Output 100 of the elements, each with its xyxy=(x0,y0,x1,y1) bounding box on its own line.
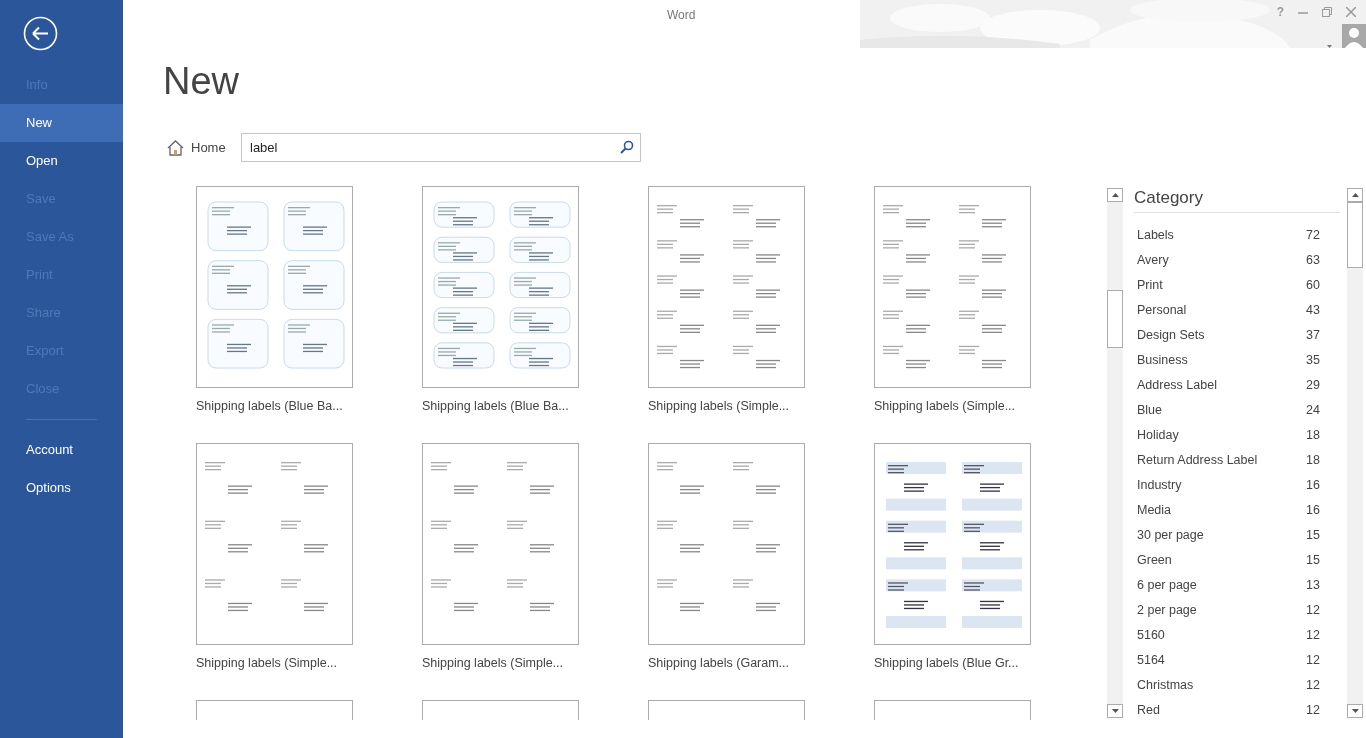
scrollbar-thumb[interactable] xyxy=(1347,202,1363,268)
template-thumbnail[interactable] xyxy=(422,186,579,388)
category-label: Green xyxy=(1137,552,1173,570)
category-label: Business xyxy=(1137,352,1189,370)
category-label: Industry xyxy=(1137,477,1183,495)
category-label: Personal xyxy=(1137,302,1188,320)
restore-icon[interactable] xyxy=(1322,7,1332,17)
template-thumbnail[interactable] xyxy=(196,443,353,645)
category-heading: Category xyxy=(1134,186,1340,213)
template-thumbnail[interactable] xyxy=(648,443,805,645)
category-count: 60 xyxy=(1306,277,1320,295)
template-thumbnail[interactable] xyxy=(874,186,1031,388)
scrollbar[interactable] xyxy=(1107,188,1123,718)
category-label: Labels xyxy=(1137,227,1175,245)
template-thumbnail[interactable] xyxy=(648,186,805,388)
scroll-down-icon[interactable] xyxy=(1111,709,1119,713)
page-title: New xyxy=(163,61,241,101)
category-item[interactable]: Red 12 xyxy=(1134,698,1340,723)
category-count: 72 xyxy=(1306,227,1320,245)
category-item[interactable]: Return Address Label 18 xyxy=(1134,448,1340,473)
category-count: 43 xyxy=(1306,302,1320,320)
category-count: 35 xyxy=(1306,352,1320,370)
category-label: Return Address Label xyxy=(1137,452,1259,470)
category-item[interactable]: Personal 43 xyxy=(1134,298,1340,323)
home-link[interactable]: Home xyxy=(167,137,241,158)
category-label: Christmas xyxy=(1137,677,1195,695)
avatar-icon[interactable] xyxy=(1342,24,1366,48)
template-caption[interactable]: Shipping labels (Blue Ba... xyxy=(196,397,353,416)
category-count: 12 xyxy=(1306,602,1320,620)
category-count: 12 xyxy=(1306,677,1320,695)
category-count: 12 xyxy=(1306,627,1320,645)
category-count: 63 xyxy=(1306,252,1320,270)
template-thumbnail[interactable] xyxy=(196,186,353,388)
category-item[interactable]: Green 15 xyxy=(1134,548,1340,573)
category-count: 24 xyxy=(1306,402,1320,420)
category-item[interactable]: 6 per page 13 xyxy=(1134,573,1340,598)
scrollbar[interactable] xyxy=(1347,188,1363,718)
sidebar-item[interactable]: Open xyxy=(0,142,123,180)
caret-icon[interactable] xyxy=(1327,45,1332,48)
category-count: 12 xyxy=(1306,702,1320,720)
template-thumbnail[interactable] xyxy=(422,443,579,645)
category-item[interactable]: Business 35 xyxy=(1134,348,1340,373)
scroll-up-icon[interactable] xyxy=(1111,193,1119,197)
category-label: Blue xyxy=(1137,402,1164,420)
close-icon[interactable] xyxy=(1346,7,1356,17)
search-icon[interactable] xyxy=(620,140,634,154)
category-count: 29 xyxy=(1306,377,1320,395)
search-field[interactable]: label xyxy=(241,133,641,162)
category-item[interactable]: Avery 63 xyxy=(1134,248,1340,273)
category-item[interactable]: Print 60 xyxy=(1134,273,1340,298)
category-label: Red xyxy=(1137,702,1161,720)
category-count: 37 xyxy=(1306,327,1320,345)
category-item[interactable]: Media 16 xyxy=(1134,498,1340,523)
category-item[interactable]: Holiday 18 xyxy=(1134,423,1340,448)
category-count: 16 xyxy=(1306,477,1320,495)
category-item[interactable]: 5160 12 xyxy=(1134,623,1340,648)
back-icon[interactable] xyxy=(23,16,58,51)
category-item[interactable]: Address Label 29 xyxy=(1134,373,1340,398)
category-label: Address Label xyxy=(1137,377,1218,395)
home-icon xyxy=(167,139,184,156)
category-count: 18 xyxy=(1306,427,1320,445)
category-label: Design Sets xyxy=(1137,327,1206,345)
template-caption[interactable]: Shipping labels (Garam... xyxy=(648,654,805,673)
category-label: Holiday xyxy=(1137,427,1180,445)
template-caption[interactable]: Shipping labels (Simple... xyxy=(422,654,579,673)
category-item[interactable]: 5164 12 xyxy=(1134,648,1340,673)
category-item[interactable]: 2 per page 12 xyxy=(1134,598,1340,623)
category-count: 13 xyxy=(1306,577,1320,595)
template-caption[interactable]: Shipping labels (Simple... xyxy=(874,397,1031,416)
sidebar-item[interactable]: New xyxy=(0,104,123,142)
scrollbar-thumb[interactable] xyxy=(1107,290,1123,348)
category-item[interactable]: 30 per page 15 xyxy=(1134,523,1340,548)
template-thumbnail[interactable] xyxy=(874,443,1031,645)
window-title: Word xyxy=(667,7,696,24)
sidebar-item[interactable]: Options xyxy=(0,469,123,507)
category-item[interactable]: Labels 72 xyxy=(1134,223,1340,248)
scroll-down-icon[interactable] xyxy=(1351,709,1359,713)
sidebar-item[interactable]: Account xyxy=(0,431,123,469)
category-label: Avery xyxy=(1137,252,1170,270)
category-label: Media xyxy=(1137,502,1173,520)
category-count: 15 xyxy=(1306,527,1320,545)
template-caption[interactable]: Shipping labels (Simple... xyxy=(648,397,805,416)
category-count: 16 xyxy=(1306,502,1320,520)
category-item[interactable]: Design Sets 37 xyxy=(1134,323,1340,348)
category-item[interactable]: Industry 16 xyxy=(1134,473,1340,498)
category-count: 12 xyxy=(1306,652,1320,670)
category-label: 5160 xyxy=(1137,627,1166,645)
category-item[interactable]: Christmas 12 xyxy=(1134,673,1340,698)
template-caption[interactable]: Shipping labels (Simple... xyxy=(196,654,353,673)
template-caption[interactable]: Shipping labels (Blue Gr... xyxy=(874,654,1031,673)
category-label: Print xyxy=(1137,277,1164,295)
scroll-up-icon[interactable] xyxy=(1351,193,1359,197)
category-label: 2 per page xyxy=(1137,602,1198,620)
category-count: 15 xyxy=(1306,552,1320,570)
category-item[interactable]: Blue 24 xyxy=(1134,398,1340,423)
category-label: 5164 xyxy=(1137,652,1166,670)
category-label: 6 per page xyxy=(1137,577,1198,595)
category-count: 18 xyxy=(1306,452,1320,470)
template-caption[interactable]: Shipping labels (Blue Ba... xyxy=(422,397,579,416)
category-label: 30 per page xyxy=(1137,527,1205,545)
